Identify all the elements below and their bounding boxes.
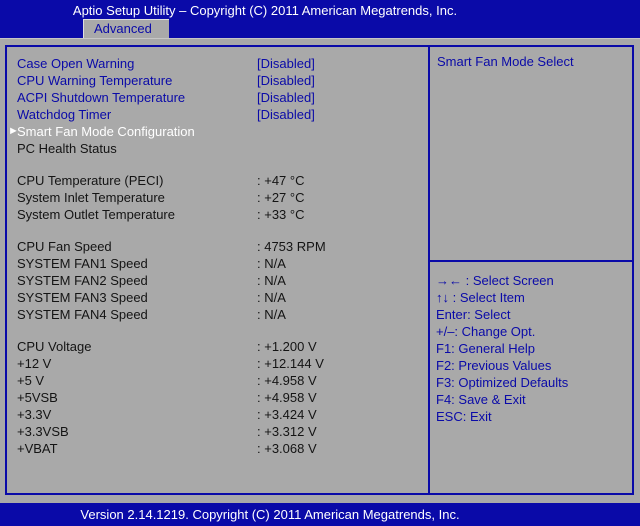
menu-row-value: : N/A	[257, 255, 286, 272]
version-text: Version 2.14.1219. Copyright (C) 2011 Am…	[0, 507, 540, 522]
menu-row-value: [Disabled]	[257, 106, 315, 123]
menu-row-value: : +47 °C	[257, 172, 304, 189]
menu-row-value: : +12.144 V	[257, 355, 324, 372]
menu-row-info: SYSTEM FAN3 Speed : N/A	[7, 289, 428, 306]
tab-advanced-label: Advanced	[94, 21, 152, 36]
menu-row-value: : +3.068 V	[257, 440, 317, 457]
help-text: Smart Fan Mode Select	[437, 54, 626, 69]
left-pane: Case Open Warning [Disabled] CPU Warning…	[7, 47, 430, 493]
hotkey-row: F4: Save & Exit	[436, 391, 632, 408]
menu-row-info: SYSTEM FAN2 Speed : N/A	[7, 272, 428, 289]
blank-row	[7, 223, 428, 238]
menu-row-value: : N/A	[257, 289, 286, 306]
menu-row-submenu[interactable]: ► Smart Fan Mode Configuration	[7, 123, 428, 140]
menu-row-heading: PC Health Status	[7, 140, 428, 157]
menu-row-label: +3.3V	[17, 407, 51, 422]
menu-row-info: CPU Temperature (PECI) : +47 °C	[7, 172, 428, 189]
menu-row-value: : +1.200 V	[257, 338, 317, 355]
titlebar: Aptio Setup Utility – Copyright (C) 2011…	[0, 0, 640, 38]
hotkey-row: →← : Select Screen	[436, 272, 632, 289]
menu-row-info: +3.3VSB : +3.312 V	[7, 423, 428, 440]
menu-row-label: ACPI Shutdown Temperature	[17, 90, 185, 105]
menu-row-info: System Inlet Temperature : +27 °C	[7, 189, 428, 206]
menu-row-info: +VBAT : +3.068 V	[7, 440, 428, 457]
menu-row-value: : +3.424 V	[257, 406, 317, 423]
menu-row-option[interactable]: ACPI Shutdown Temperature [Disabled]	[7, 89, 428, 106]
help-panel: Smart Fan Mode Select	[430, 47, 632, 262]
menu-row-info: System Outlet Temperature : +33 °C	[7, 206, 428, 223]
menu-row-label: SYSTEM FAN3 Speed	[17, 290, 148, 305]
tab-advanced[interactable]: Advanced	[83, 19, 169, 38]
menu-row-label: +12 V	[17, 356, 51, 371]
menu-row-option[interactable]: Case Open Warning [Disabled]	[7, 55, 428, 72]
hotkey-panel: →← : Select Screen↑↓ : Select ItemEnter:…	[430, 262, 632, 493]
bios-setup-screen: Aptio Setup Utility – Copyright (C) 2011…	[0, 0, 640, 526]
menu-row-info: +3.3V : +3.424 V	[7, 406, 428, 423]
menu-row-label: Case Open Warning	[17, 56, 134, 71]
menu-row-label: SYSTEM FAN1 Speed	[17, 256, 148, 271]
hotkey-row: F2: Previous Values	[436, 357, 632, 374]
menu-row-value: : +4.958 V	[257, 389, 317, 406]
menu-row-label: CPU Fan Speed	[17, 239, 112, 254]
menu-row-value: [Disabled]	[257, 72, 315, 89]
menu-row-label: +3.3VSB	[17, 424, 69, 439]
menu-row-value: : N/A	[257, 272, 286, 289]
menu-row-option[interactable]: Watchdog Timer [Disabled]	[7, 106, 428, 123]
menu-row-value: [Disabled]	[257, 55, 315, 72]
statusbar: Version 2.14.1219. Copyright (C) 2011 Am…	[0, 503, 640, 526]
menu-row-value: : +3.312 V	[257, 423, 317, 440]
content-frame: Case Open Warning [Disabled] CPU Warning…	[5, 45, 634, 495]
hotkey-row: ESC: Exit	[436, 408, 632, 425]
menu-row-value: : +4.958 V	[257, 372, 317, 389]
menu-row-value: : +33 °C	[257, 206, 304, 223]
menu-row-label: System Outlet Temperature	[17, 207, 175, 222]
menu-row-label: Smart Fan Mode Configuration	[17, 124, 195, 139]
blank-row	[7, 157, 428, 172]
menu-row-info: +12 V : +12.144 V	[7, 355, 428, 372]
blank-row	[7, 323, 428, 338]
menu-row-label: +5VSB	[17, 390, 58, 405]
menu-row-label: Watchdog Timer	[17, 107, 111, 122]
menu-row-label: +VBAT	[17, 441, 58, 456]
hotkey-row: ↑↓ : Select Item	[436, 289, 632, 306]
menu-row-info: CPU Fan Speed : 4753 RPM	[7, 238, 428, 255]
menu-row-info: SYSTEM FAN1 Speed : N/A	[7, 255, 428, 272]
hotkey-row: +/–: Change Opt.	[436, 323, 632, 340]
hotkey-row: F1: General Help	[436, 340, 632, 357]
menu-row-label: CPU Warning Temperature	[17, 73, 172, 88]
menu-row-info: SYSTEM FAN4 Speed : N/A	[7, 306, 428, 323]
menu-row-value: : 4753 RPM	[257, 238, 326, 255]
menu-row-info: +5 V : +4.958 V	[7, 372, 428, 389]
app-title: Aptio Setup Utility – Copyright (C) 2011…	[0, 3, 530, 18]
menu-row-option[interactable]: CPU Warning Temperature [Disabled]	[7, 72, 428, 89]
menu-row-label: SYSTEM FAN2 Speed	[17, 273, 148, 288]
menu-row-info: CPU Voltage : +1.200 V	[7, 338, 428, 355]
menu-row-value: : N/A	[257, 306, 286, 323]
hotkey-row: F3: Optimized Defaults	[436, 374, 632, 391]
menu-row-value: [Disabled]	[257, 89, 315, 106]
menu-row-info: +5VSB : +4.958 V	[7, 389, 428, 406]
hotkey-row: Enter: Select	[436, 306, 632, 323]
menu-row-label: CPU Temperature (PECI)	[17, 173, 163, 188]
menu-row-label: PC Health Status	[17, 141, 117, 156]
menu-row-label: +5 V	[17, 373, 44, 388]
menu-row-value: : +27 °C	[257, 189, 304, 206]
menu-row-label: SYSTEM FAN4 Speed	[17, 307, 148, 322]
menu-row-label: System Inlet Temperature	[17, 190, 165, 205]
main-area: Case Open Warning [Disabled] CPU Warning…	[0, 38, 640, 503]
submenu-arrow-icon: ►	[8, 123, 19, 140]
menu-row-label: CPU Voltage	[17, 339, 91, 354]
